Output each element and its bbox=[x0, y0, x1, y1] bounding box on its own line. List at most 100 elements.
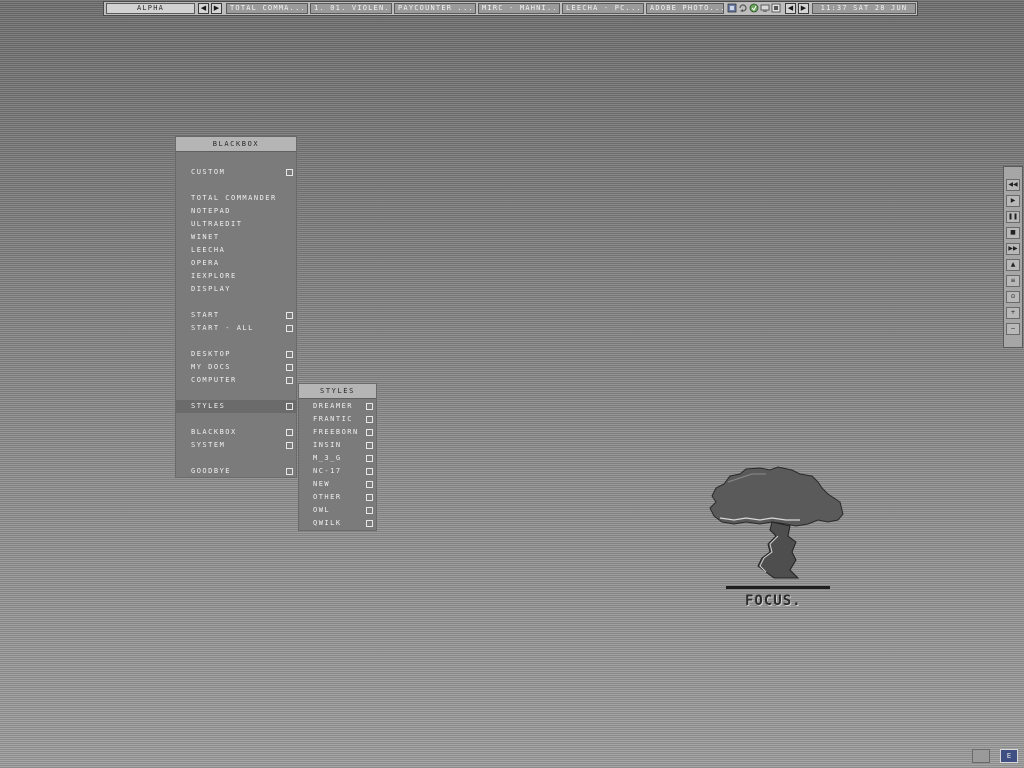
style-checkbox-icon bbox=[366, 481, 373, 488]
bonsai-tree-logo bbox=[709, 466, 844, 589]
menu-item[interactable]: CUSTOM bbox=[176, 166, 296, 179]
style-item-label: FRANTIC bbox=[313, 415, 354, 423]
style-item[interactable]: NC-17 bbox=[299, 465, 376, 478]
submenu-indicator-icon bbox=[286, 364, 293, 371]
volume-down-icon[interactable]: − bbox=[1006, 323, 1020, 335]
menu-item-label: LEECHA bbox=[191, 246, 226, 254]
menu-item[interactable]: WINET bbox=[176, 231, 296, 244]
rewind-icon[interactable]: ◀◀ bbox=[1006, 179, 1020, 191]
menu-item[interactable]: TOTAL COMMANDER bbox=[176, 192, 296, 205]
style-checkbox-icon bbox=[366, 468, 373, 475]
menu-item-label: DISPLAY bbox=[191, 285, 232, 293]
style-item[interactable]: QWILK bbox=[299, 517, 376, 530]
window-next-button[interactable]: ▶ bbox=[798, 3, 809, 14]
menu-item-label: IEXPLORE bbox=[191, 272, 237, 280]
style-checkbox-icon bbox=[366, 494, 373, 501]
workspace-prev-button[interactable]: ◀ bbox=[198, 3, 209, 14]
submenu-indicator-icon bbox=[286, 325, 293, 332]
menu-item-label: GOODBYE bbox=[191, 467, 232, 475]
submenu-indicator-icon bbox=[286, 403, 293, 410]
task-button[interactable]: TOTAL COMMA... bbox=[226, 3, 308, 14]
window-prev-button[interactable]: ◀ bbox=[785, 3, 796, 14]
menu-item[interactable]: BLACKBOX bbox=[176, 426, 296, 439]
task-button[interactable]: LEECHA - PC... bbox=[562, 3, 644, 14]
monitor-icon[interactable] bbox=[760, 3, 770, 13]
workspace-pager-icon[interactable] bbox=[972, 749, 990, 763]
submenu-indicator-icon bbox=[286, 468, 293, 475]
stop-icon[interactable]: ■ bbox=[1006, 227, 1020, 239]
menu-item[interactable]: OPERA bbox=[176, 257, 296, 270]
menu-item[interactable]: NOTEPAD bbox=[176, 205, 296, 218]
menu-item[interactable]: SYSTEM bbox=[176, 439, 296, 452]
submenu-indicator-icon bbox=[286, 442, 293, 449]
menu-item-label: CUSTOM bbox=[191, 168, 226, 176]
style-checkbox-icon bbox=[366, 442, 373, 449]
task-button[interactable]: PAYCOUNTER ... bbox=[394, 3, 476, 14]
menu-item-label: START bbox=[191, 311, 220, 319]
style-item-label: OWL bbox=[313, 506, 331, 514]
style-checkbox-icon bbox=[366, 520, 373, 527]
menu-item-label: OPERA bbox=[191, 259, 220, 267]
submenu-indicator-icon bbox=[286, 169, 293, 176]
menu-item[interactable]: STYLES bbox=[176, 400, 296, 413]
menu-item[interactable]: START bbox=[176, 309, 296, 322]
media-control-bar: ◀◀ ▶ ❚❚ ■ ▶▶ ▲ ≡ ⊙ + − bbox=[1003, 166, 1023, 348]
submenu-indicator-icon bbox=[286, 429, 293, 436]
task-button[interactable]: 1. 01. VIOLEN... bbox=[310, 3, 392, 14]
playlist-icon[interactable]: ≡ bbox=[1006, 275, 1020, 287]
style-checkbox-icon bbox=[366, 455, 373, 462]
workspace-next-button[interactable]: ▶ bbox=[211, 3, 222, 14]
network-icon[interactable] bbox=[727, 3, 737, 13]
blackbox-root-menu: BLACKBOX CUSTOM TOTAL COMMANDER NOTEPAD ULT… bbox=[175, 136, 297, 478]
menu-item[interactable]: IEXPLORE bbox=[176, 270, 296, 283]
fast-forward-icon[interactable]: ▶▶ bbox=[1006, 243, 1020, 255]
style-item[interactable]: FREEBORN bbox=[299, 426, 376, 439]
submenu-title[interactable]: STYLES bbox=[299, 384, 376, 399]
menu-item[interactable]: MY DOCS bbox=[176, 361, 296, 374]
style-item[interactable]: OTHER bbox=[299, 491, 376, 504]
menu-item[interactable]: COMPUTER bbox=[176, 374, 296, 387]
menu-item-label: ULTRAEDIT bbox=[191, 220, 243, 228]
submenu-indicator-icon bbox=[286, 377, 293, 384]
style-checkbox-icon bbox=[366, 416, 373, 423]
style-item[interactable]: FRANTIC bbox=[299, 413, 376, 426]
menu-title[interactable]: BLACKBOX bbox=[176, 137, 296, 152]
style-item[interactable]: INSIN bbox=[299, 439, 376, 452]
style-item-label: M_3_G bbox=[313, 454, 342, 462]
task-button[interactable]: ADOBE PHOTO... bbox=[646, 3, 724, 14]
play-icon[interactable]: ▶ bbox=[1006, 195, 1020, 207]
volume-up-icon[interactable]: + bbox=[1006, 307, 1020, 319]
style-item[interactable]: DREAMER bbox=[299, 400, 376, 413]
eject-icon[interactable]: ▲ bbox=[1006, 259, 1020, 271]
menu-item-label: TOTAL COMMANDER bbox=[191, 194, 277, 202]
settings-icon[interactable]: ⊙ bbox=[1006, 291, 1020, 303]
workspace-pager-active[interactable]: E bbox=[1000, 749, 1018, 763]
menu-item-label: WINET bbox=[191, 233, 220, 241]
shield-icon[interactable] bbox=[749, 3, 759, 13]
menu-item[interactable]: GOODBYE bbox=[176, 465, 296, 478]
style-item[interactable]: OWL bbox=[299, 504, 376, 517]
menu-item[interactable]: ULTRAEDIT bbox=[176, 218, 296, 231]
style-item-label: NEW bbox=[313, 480, 331, 488]
menu-item[interactable]: DISPLAY bbox=[176, 283, 296, 296]
clock[interactable]: 11:37 SAT 28 JUN bbox=[812, 3, 916, 14]
speaker-icon[interactable] bbox=[771, 3, 781, 13]
style-item-label: OTHER bbox=[313, 493, 342, 501]
menu-item-label: MY DOCS bbox=[191, 363, 232, 371]
menu-item-label: STYLES bbox=[191, 402, 226, 410]
style-item-label: INSIN bbox=[313, 441, 342, 449]
task-button[interactable]: MIRC - MAHNI... bbox=[478, 3, 560, 14]
style-item-label: FREEBORN bbox=[313, 428, 359, 436]
menu-item-label: DESKTOP bbox=[191, 350, 232, 358]
sync-icon[interactable] bbox=[738, 3, 748, 13]
menu-item[interactable]: DESKTOP bbox=[176, 348, 296, 361]
styles-submenu: STYLES DREAMER FRANTIC FREEBORN INSIN M_3_G N… bbox=[298, 383, 377, 531]
pause-icon[interactable]: ❚❚ bbox=[1006, 211, 1020, 223]
menu-item-label: COMPUTER bbox=[191, 376, 237, 384]
menu-item[interactable]: LEECHA bbox=[176, 244, 296, 257]
menu-item[interactable]: START - ALL bbox=[176, 322, 296, 335]
workspace-name[interactable]: ALPHA bbox=[106, 3, 195, 14]
style-item[interactable]: NEW bbox=[299, 478, 376, 491]
style-item[interactable]: M_3_G bbox=[299, 452, 376, 465]
menu-item-label: SYSTEM bbox=[191, 441, 226, 449]
